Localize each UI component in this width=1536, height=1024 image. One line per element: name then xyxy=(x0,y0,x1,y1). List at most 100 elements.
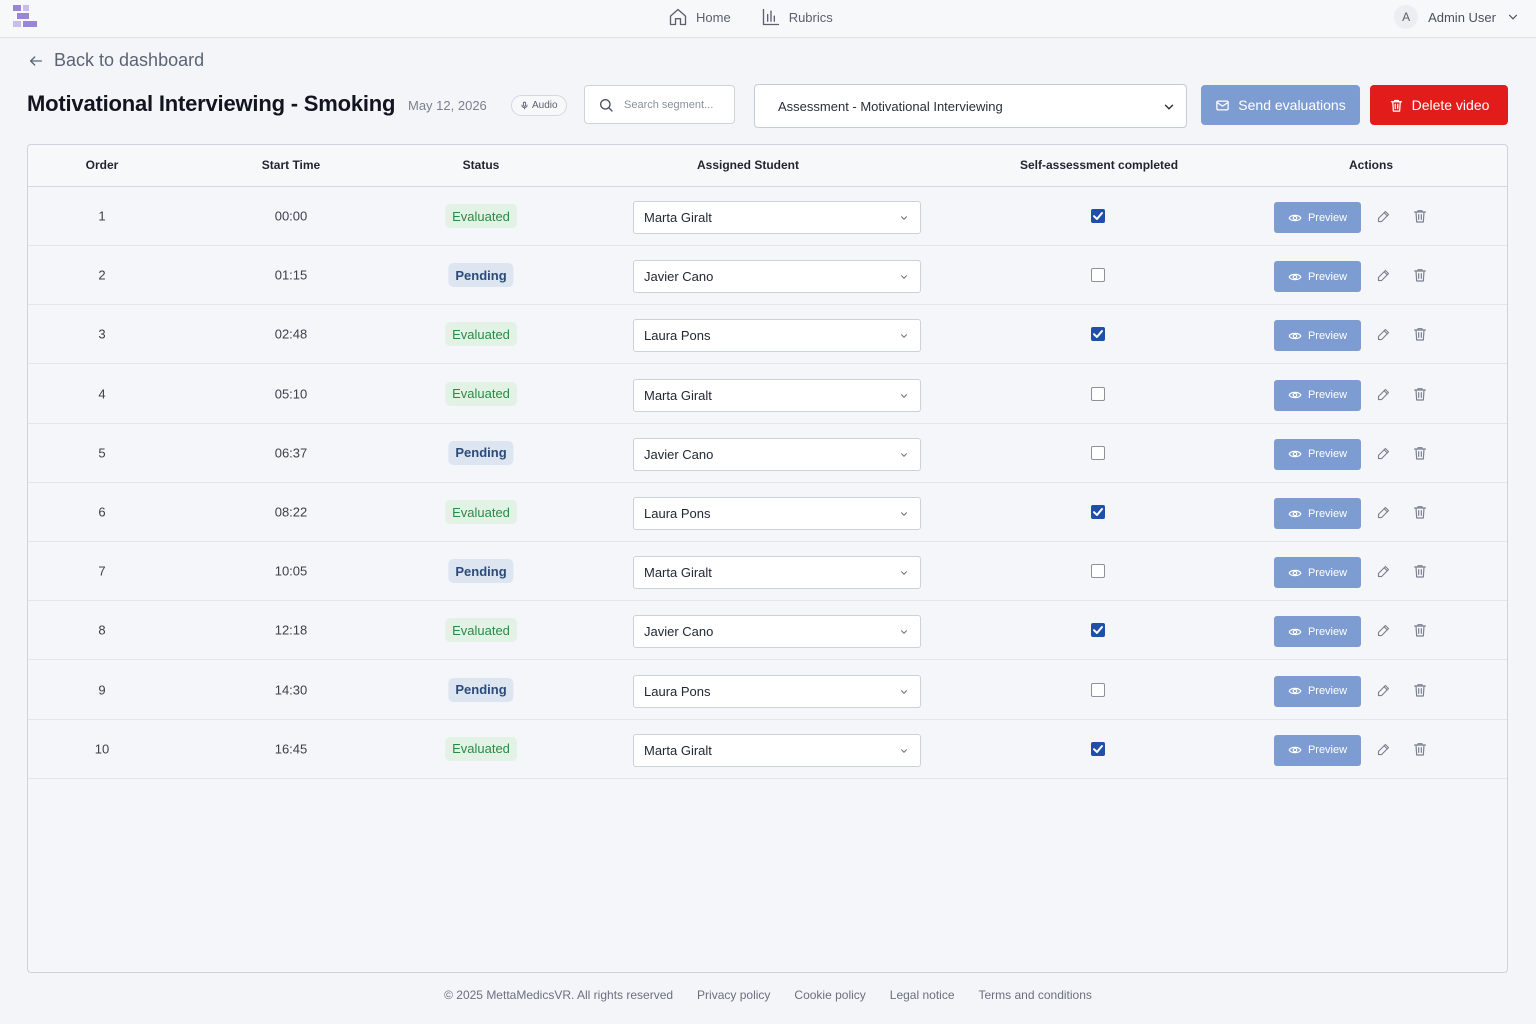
trash-icon[interactable] xyxy=(1412,504,1428,520)
assigned-student-value: Javier Cano xyxy=(644,446,714,462)
assigned-student-select[interactable]: Marta Giralt xyxy=(633,201,921,234)
preview-button[interactable]: Preview xyxy=(1274,557,1361,589)
assigned-student-select[interactable]: Laura Pons xyxy=(633,674,921,708)
pencil-icon[interactable] xyxy=(1376,623,1391,638)
self-assessment-checkbox[interactable] xyxy=(1091,741,1105,756)
assigned-student-select[interactable]: Marta Giralt xyxy=(633,556,921,590)
self-assessment-checkbox[interactable] xyxy=(1091,209,1105,223)
nav-rubrics-link[interactable]: Rubrics xyxy=(761,6,833,28)
chevron-down-icon[interactable] xyxy=(1506,10,1520,24)
pencil-icon[interactable] xyxy=(1376,683,1391,698)
session-date: May 12, 2026 xyxy=(408,98,487,113)
preview-button[interactable]: Preview xyxy=(1274,202,1361,233)
pencil-icon[interactable] xyxy=(1376,268,1391,283)
self-assessment-checkbox[interactable] xyxy=(1091,386,1105,401)
send-evaluations-button[interactable]: Send evaluations xyxy=(1201,85,1360,125)
search-input[interactable] xyxy=(624,98,724,111)
footer-link-legal[interactable]: Legal notice xyxy=(890,988,955,1002)
self-assessment-checkbox[interactable] xyxy=(1091,564,1105,579)
preview-label: Preview xyxy=(1307,507,1348,520)
back-to-dashboard-link[interactable]: Back to dashboard xyxy=(28,50,204,71)
preview-label: Preview xyxy=(1307,329,1348,342)
preview-button[interactable]: Preview xyxy=(1274,379,1361,411)
trash-icon[interactable] xyxy=(1412,563,1428,579)
search-segment-field[interactable] xyxy=(584,85,735,124)
eye-icon xyxy=(1288,687,1302,695)
self-assessment-checkbox[interactable] xyxy=(1091,268,1105,283)
user-menu[interactable]: A Admin User xyxy=(1394,5,1520,29)
preview-button[interactable]: Preview xyxy=(1274,261,1361,293)
preview-button[interactable]: Preview xyxy=(1274,498,1361,529)
back-label: Back to dashboard xyxy=(54,50,205,70)
cell-start-time: 06:37 xyxy=(274,445,308,461)
assigned-student-select[interactable]: Javier Cano xyxy=(633,260,921,294)
status-badge: Pending xyxy=(448,559,514,584)
trash-icon[interactable] xyxy=(1412,386,1428,402)
avatar[interactable]: A xyxy=(1394,5,1419,29)
rubric-select[interactable]: Assessment - Motivational Interviewing xyxy=(754,84,1187,128)
trash-icon[interactable] xyxy=(1412,445,1428,461)
self-assessment-checkbox[interactable] xyxy=(1091,505,1105,519)
search-icon xyxy=(600,98,613,112)
preview-button[interactable]: Preview xyxy=(1274,675,1361,707)
preview-button[interactable]: Preview xyxy=(1274,734,1361,766)
pencil-icon[interactable] xyxy=(1376,742,1391,757)
assigned-student-value: Marta Giralt xyxy=(644,742,712,758)
assigned-student-value: Laura Pons xyxy=(644,683,711,699)
assigned-student-select[interactable]: Laura Pons xyxy=(633,319,921,353)
nav-home-label: Home xyxy=(696,9,731,25)
delete-video-button[interactable]: Delete video xyxy=(1370,85,1508,125)
cell-order: 8 xyxy=(98,622,106,638)
assigned-student-select[interactable]: Marta Giralt xyxy=(633,378,921,412)
cell-order: 9 xyxy=(98,682,106,698)
assigned-student-value: Laura Pons xyxy=(644,506,711,521)
self-assessment-checkbox[interactable] xyxy=(1091,445,1105,460)
pencil-icon[interactable] xyxy=(1376,327,1391,342)
preview-label: Preview xyxy=(1307,566,1348,579)
eye-icon xyxy=(1288,510,1302,517)
trash-icon[interactable] xyxy=(1412,267,1428,283)
trash-icon[interactable] xyxy=(1412,622,1428,638)
chevron-down-icon xyxy=(901,275,907,280)
pencil-icon[interactable] xyxy=(1376,387,1391,402)
preview-button[interactable]: Preview xyxy=(1274,438,1361,470)
assigned-student-select[interactable]: Javier Cano xyxy=(633,615,921,649)
user-name[interactable]: Admin User xyxy=(1428,10,1496,25)
eye-icon xyxy=(1288,332,1302,340)
assigned-student-select[interactable]: Marta Giralt xyxy=(633,733,921,767)
status-badge: Pending xyxy=(448,440,514,465)
trash-icon[interactable] xyxy=(1412,326,1428,342)
footer-link-cookies[interactable]: Cookie policy xyxy=(794,988,865,1002)
app-logo-icon[interactable] xyxy=(13,5,39,29)
checkmark-icon xyxy=(1093,508,1103,516)
footer-link-terms[interactable]: Terms and conditions xyxy=(979,988,1092,1002)
footer-link-privacy[interactable]: Privacy policy xyxy=(697,988,770,1002)
preview-label: Preview xyxy=(1307,448,1348,461)
nav-home-link[interactable]: Home xyxy=(668,6,731,28)
pencil-icon[interactable] xyxy=(1376,209,1391,224)
trash-icon[interactable] xyxy=(1412,208,1428,224)
assigned-student-select[interactable]: Javier Cano xyxy=(633,437,921,471)
preview-label: Preview xyxy=(1307,744,1348,757)
pencil-icon[interactable] xyxy=(1376,446,1391,461)
preview-label: Preview xyxy=(1307,270,1348,283)
main-nav: Home Rubrics xyxy=(668,6,833,28)
assigned-student-value: Marta Giralt xyxy=(644,387,712,403)
trash-icon[interactable] xyxy=(1412,682,1428,698)
table-row: 1 00:00 Evaluated Marta Giralt Preview xyxy=(28,187,1507,246)
self-assessment-checkbox[interactable] xyxy=(1091,327,1105,342)
self-assessment-checkbox[interactable] xyxy=(1091,623,1105,638)
table-row: 3 02:48 Evaluated Laura Pons Preview xyxy=(28,305,1507,365)
preview-button[interactable]: Preview xyxy=(1274,320,1361,352)
table-row: 4 05:10 Evaluated Marta Giralt Preview xyxy=(28,365,1507,424)
pencil-icon[interactable] xyxy=(1376,564,1391,579)
status-badge: Evaluated xyxy=(445,381,517,406)
trash-icon[interactable] xyxy=(1412,741,1428,757)
assigned-student-select[interactable]: Laura Pons xyxy=(633,497,921,530)
pencil-icon[interactable] xyxy=(1376,505,1391,520)
preview-button[interactable]: Preview xyxy=(1274,616,1361,648)
footer-copyright: © 2025 MettaMedicsVR. All rights reserve… xyxy=(444,988,674,1002)
self-assessment-checkbox[interactable] xyxy=(1091,682,1105,697)
table-row: 8 12:18 Evaluated Javier Cano Preview xyxy=(28,601,1507,661)
assigned-student-value: Marta Giralt xyxy=(644,210,712,225)
